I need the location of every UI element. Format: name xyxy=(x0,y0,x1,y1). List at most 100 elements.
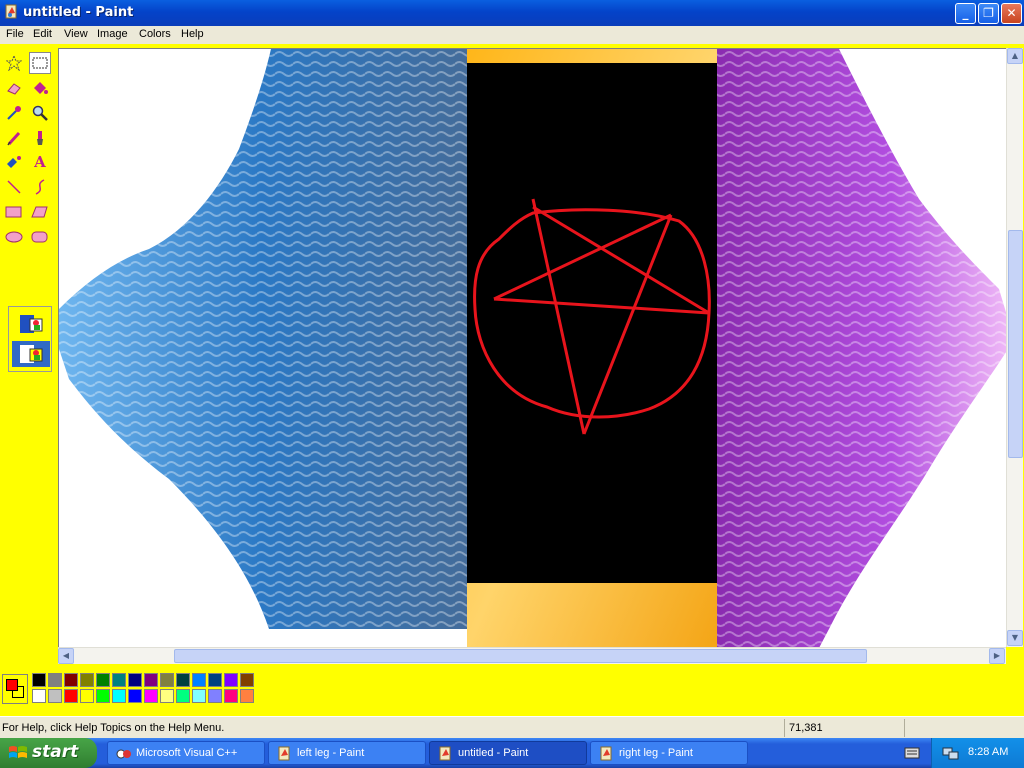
palette-swatch[interactable] xyxy=(208,689,222,703)
status-help-text: For Help, click Help Topics on the Help … xyxy=(2,722,225,734)
task-untitled-paint[interactable]: untitled - Paint xyxy=(429,741,587,765)
keyboard-icon[interactable] xyxy=(904,746,920,760)
polygon-icon xyxy=(31,206,48,218)
task-left-leg-paint[interactable]: left leg - Paint xyxy=(268,741,426,765)
rectangle-tool[interactable] xyxy=(3,201,25,223)
palette-swatch[interactable] xyxy=(144,673,158,687)
close-button[interactable]: ✕ xyxy=(1001,3,1022,24)
palette-swatch[interactable] xyxy=(64,673,78,687)
palette-swatch[interactable] xyxy=(80,689,94,703)
palette-swatch[interactable] xyxy=(112,689,126,703)
rect-select-icon xyxy=(32,57,48,69)
rounded-rectangle-tool[interactable] xyxy=(29,226,51,248)
scroll-up-button[interactable]: ▲ xyxy=(1007,48,1023,64)
scroll-right-button[interactable]: ▶ xyxy=(989,648,1005,664)
paint-icon xyxy=(439,746,451,761)
palette-swatch[interactable] xyxy=(192,689,206,703)
menu-file[interactable]: File xyxy=(6,28,24,40)
horizontal-scroll-thumb[interactable] xyxy=(174,649,867,663)
palette-swatch[interactable] xyxy=(160,673,174,687)
opaque-icon xyxy=(20,315,43,333)
palette-swatch[interactable] xyxy=(144,689,158,703)
task-label: untitled - Paint xyxy=(458,747,529,759)
palette-swatch[interactable] xyxy=(32,673,46,687)
line-tool[interactable] xyxy=(3,176,25,198)
menu-help[interactable]: Help xyxy=(181,28,204,40)
palette-swatch[interactable] xyxy=(64,689,78,703)
status-bar: For Help, click Help Topics on the Help … xyxy=(0,716,1024,738)
fill-tool[interactable] xyxy=(29,77,51,99)
palette-swatch[interactable] xyxy=(160,689,174,703)
free-form-select-tool[interactable] xyxy=(3,52,25,74)
scroll-left-button[interactable]: ◀ xyxy=(58,648,74,664)
line-icon xyxy=(7,180,21,194)
palette-swatch[interactable] xyxy=(48,689,62,703)
palette-swatch[interactable] xyxy=(176,689,190,703)
eraser-icon xyxy=(7,83,21,95)
palette-swatch[interactable] xyxy=(208,673,222,687)
palette-swatch[interactable] xyxy=(48,673,62,687)
pick-color-tool[interactable] xyxy=(3,102,25,124)
minimize-button[interactable]: _ xyxy=(955,3,976,24)
task-right-leg-paint[interactable]: right leg - Paint xyxy=(590,741,748,765)
palette-swatch[interactable] xyxy=(176,673,190,687)
palette-swatch[interactable] xyxy=(192,673,206,687)
title-bar[interactable]: untitled - Paint _ ❐ ✕ xyxy=(0,0,1024,26)
status-separator xyxy=(904,719,905,737)
magnifier-tool[interactable] xyxy=(29,102,51,124)
palette-swatch[interactable] xyxy=(96,689,110,703)
fill-bucket-icon xyxy=(34,82,48,94)
eraser-tool[interactable] xyxy=(3,77,25,99)
palette-swatch[interactable] xyxy=(128,689,142,703)
opaque-option[interactable] xyxy=(12,311,50,337)
start-button[interactable]: start xyxy=(0,738,97,768)
paint-icon xyxy=(600,746,612,761)
scroll-down-button[interactable]: ▼ xyxy=(1007,630,1023,646)
transparent-option[interactable] xyxy=(12,341,50,367)
maximize-button[interactable]: ❐ xyxy=(978,3,999,24)
palette-swatch[interactable] xyxy=(224,689,238,703)
vertical-scroll-thumb[interactable] xyxy=(1008,230,1023,458)
brush-tool[interactable] xyxy=(29,127,51,149)
palette-swatch[interactable] xyxy=(80,673,94,687)
task-label: right leg - Paint xyxy=(619,747,693,759)
task-label: left leg - Paint xyxy=(297,747,365,759)
cursor-coordinates: 71,381 xyxy=(789,722,823,734)
airbrush-icon xyxy=(7,156,21,168)
system-tray: 8:28 AM xyxy=(931,738,1024,768)
text-icon: A xyxy=(34,153,46,171)
palette-swatch[interactable] xyxy=(96,673,110,687)
menu-view[interactable]: View xyxy=(64,28,88,40)
transparent-icon xyxy=(20,345,43,363)
palette-swatch[interactable] xyxy=(112,673,126,687)
rounded-rect-icon xyxy=(31,231,48,243)
horizontal-scrollbar[interactable]: ◀ ▶ xyxy=(58,647,1006,664)
magnifier-icon xyxy=(32,105,48,121)
palette-swatch[interactable] xyxy=(240,689,254,703)
curve-tool[interactable] xyxy=(29,176,51,198)
menu-colors[interactable]: Colors xyxy=(139,28,171,40)
star-select-icon xyxy=(6,55,22,71)
menu-bar: File Edit View Image Colors Help xyxy=(0,26,1024,44)
palette-swatch[interactable] xyxy=(224,673,238,687)
text-tool[interactable]: A xyxy=(29,151,51,173)
palette-swatch[interactable] xyxy=(32,689,46,703)
windows-logo-icon xyxy=(9,746,27,758)
palette-swatch[interactable] xyxy=(240,673,254,687)
vertical-scrollbar[interactable]: ▲ ▼ xyxy=(1006,48,1023,647)
rectangle-icon xyxy=(5,206,22,218)
palette-swatch[interactable] xyxy=(128,673,142,687)
pencil-tool[interactable] xyxy=(3,127,25,149)
polygon-tool[interactable] xyxy=(29,201,51,223)
menu-image[interactable]: Image xyxy=(97,28,128,40)
start-label: start xyxy=(32,742,79,762)
select-tool[interactable] xyxy=(29,52,51,74)
menu-edit[interactable]: Edit xyxy=(33,28,52,40)
task-visual-cpp[interactable]: Microsoft Visual C++ xyxy=(107,741,265,765)
window-title: untitled - Paint xyxy=(23,5,134,20)
ellipse-tool[interactable] xyxy=(3,226,25,248)
network-icon[interactable] xyxy=(942,745,960,761)
drawing-canvas[interactable] xyxy=(59,49,1007,647)
black-panel xyxy=(467,63,717,583)
airbrush-tool[interactable] xyxy=(3,151,25,173)
